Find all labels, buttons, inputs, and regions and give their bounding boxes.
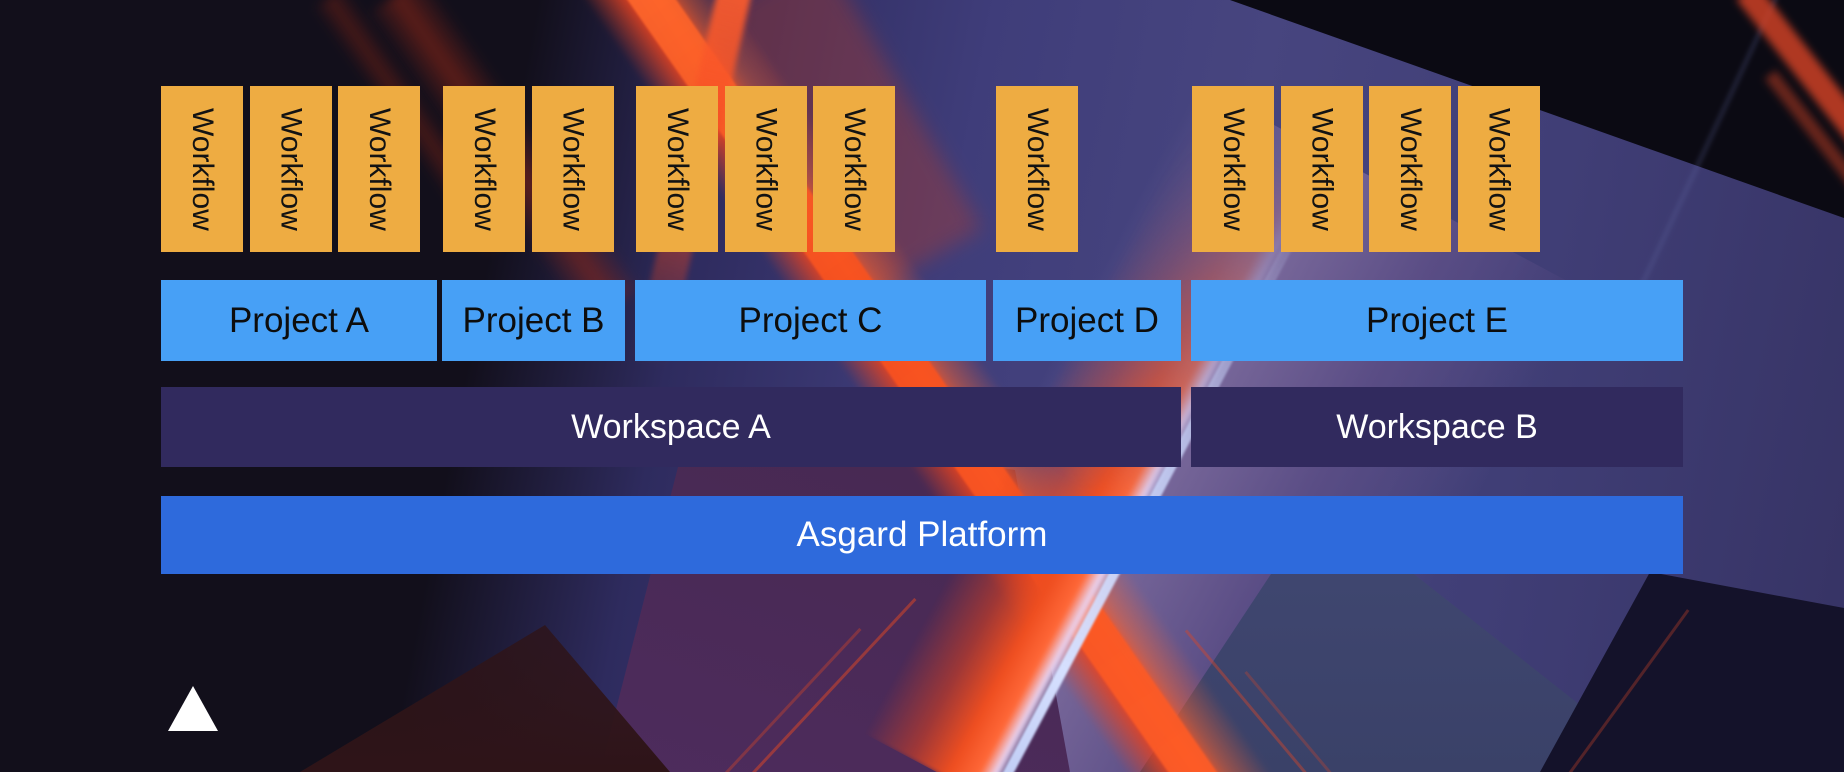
project-box-label: Project A	[229, 301, 369, 341]
platform-bar: Asgard Platform	[161, 496, 1683, 574]
workflow-box: Workflow	[1458, 86, 1540, 252]
workflow-box: Workflow	[813, 86, 895, 252]
project-box-label: Project C	[739, 301, 883, 341]
workspace-box-workspace-a: Workspace A	[161, 387, 1181, 467]
project-box-label: Project E	[1366, 301, 1508, 341]
project-box-project-c: Project C	[635, 280, 986, 361]
project-box-label: Project B	[463, 301, 605, 341]
bg-thin-red-line	[1564, 609, 1690, 772]
logo-triangle-icon	[168, 686, 218, 731]
bg-thin-red-line	[662, 628, 862, 772]
workflow-box: Workflow	[1369, 86, 1451, 252]
bg-corner-streak	[1736, 0, 1844, 157]
bg-faint-diagonal	[1622, 0, 1783, 324]
workflow-box: Workflow	[443, 86, 525, 252]
workspace-box-label: Workspace A	[571, 408, 771, 447]
workflow-box: Workflow	[338, 86, 420, 252]
bg-corner-streak	[1765, 70, 1844, 260]
workspace-box-workspace-b: Workspace B	[1191, 387, 1683, 467]
workflow-box: Workflow	[725, 86, 807, 252]
workflow-box: Workflow	[1281, 86, 1363, 252]
workflow-box: Workflow	[532, 86, 614, 252]
workspace-box-label: Workspace B	[1336, 408, 1538, 447]
bg-thin-red-line	[1244, 671, 1394, 772]
workflow-box: Workflow	[636, 86, 718, 252]
project-box-label: Project D	[1015, 301, 1159, 341]
bg-thin-red-line	[717, 598, 917, 772]
project-box-project-e: Project E	[1191, 280, 1683, 361]
workflow-box: Workflow	[996, 86, 1078, 252]
workflow-box: Workflow	[250, 86, 332, 252]
workflow-box: Workflow	[1192, 86, 1274, 252]
platform-label: Asgard Platform	[797, 515, 1048, 555]
bg-thin-red-line	[1185, 629, 1354, 772]
project-box-project-d: Project D	[993, 280, 1181, 361]
slide-canvas: WorkflowWorkflowWorkflowWorkflowWorkflow…	[0, 0, 1844, 772]
project-box-project-b: Project B	[442, 280, 625, 361]
workflow-box: Workflow	[161, 86, 243, 252]
project-box-project-a: Project A	[161, 280, 437, 361]
